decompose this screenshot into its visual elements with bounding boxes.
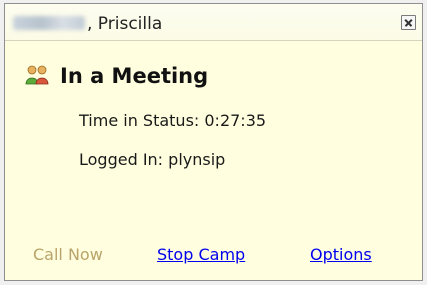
call-now-link[interactable]: Call Now [33, 245, 103, 264]
time-in-status: Time in Status: 0:27:35 [79, 111, 267, 130]
redacted-name [13, 16, 85, 30]
stop-camp-link[interactable]: Stop Camp [157, 245, 245, 264]
contact-name: , Priscilla [13, 14, 162, 34]
options-link[interactable]: Options [310, 245, 372, 264]
popup-header: , Priscilla [5, 4, 422, 41]
contact-status-popup: , Priscilla In a Meeting Time in Status:… [4, 3, 423, 281]
contact-name-text: , Priscilla [87, 14, 163, 34]
close-icon[interactable] [401, 15, 416, 30]
logged-in-status: Logged In: plynsip [79, 150, 226, 169]
people-meeting-icon [25, 65, 49, 85]
notification-frame: , Priscilla In a Meeting Time in Status:… [0, 0, 427, 285]
status-title: In a Meeting [60, 64, 209, 88]
